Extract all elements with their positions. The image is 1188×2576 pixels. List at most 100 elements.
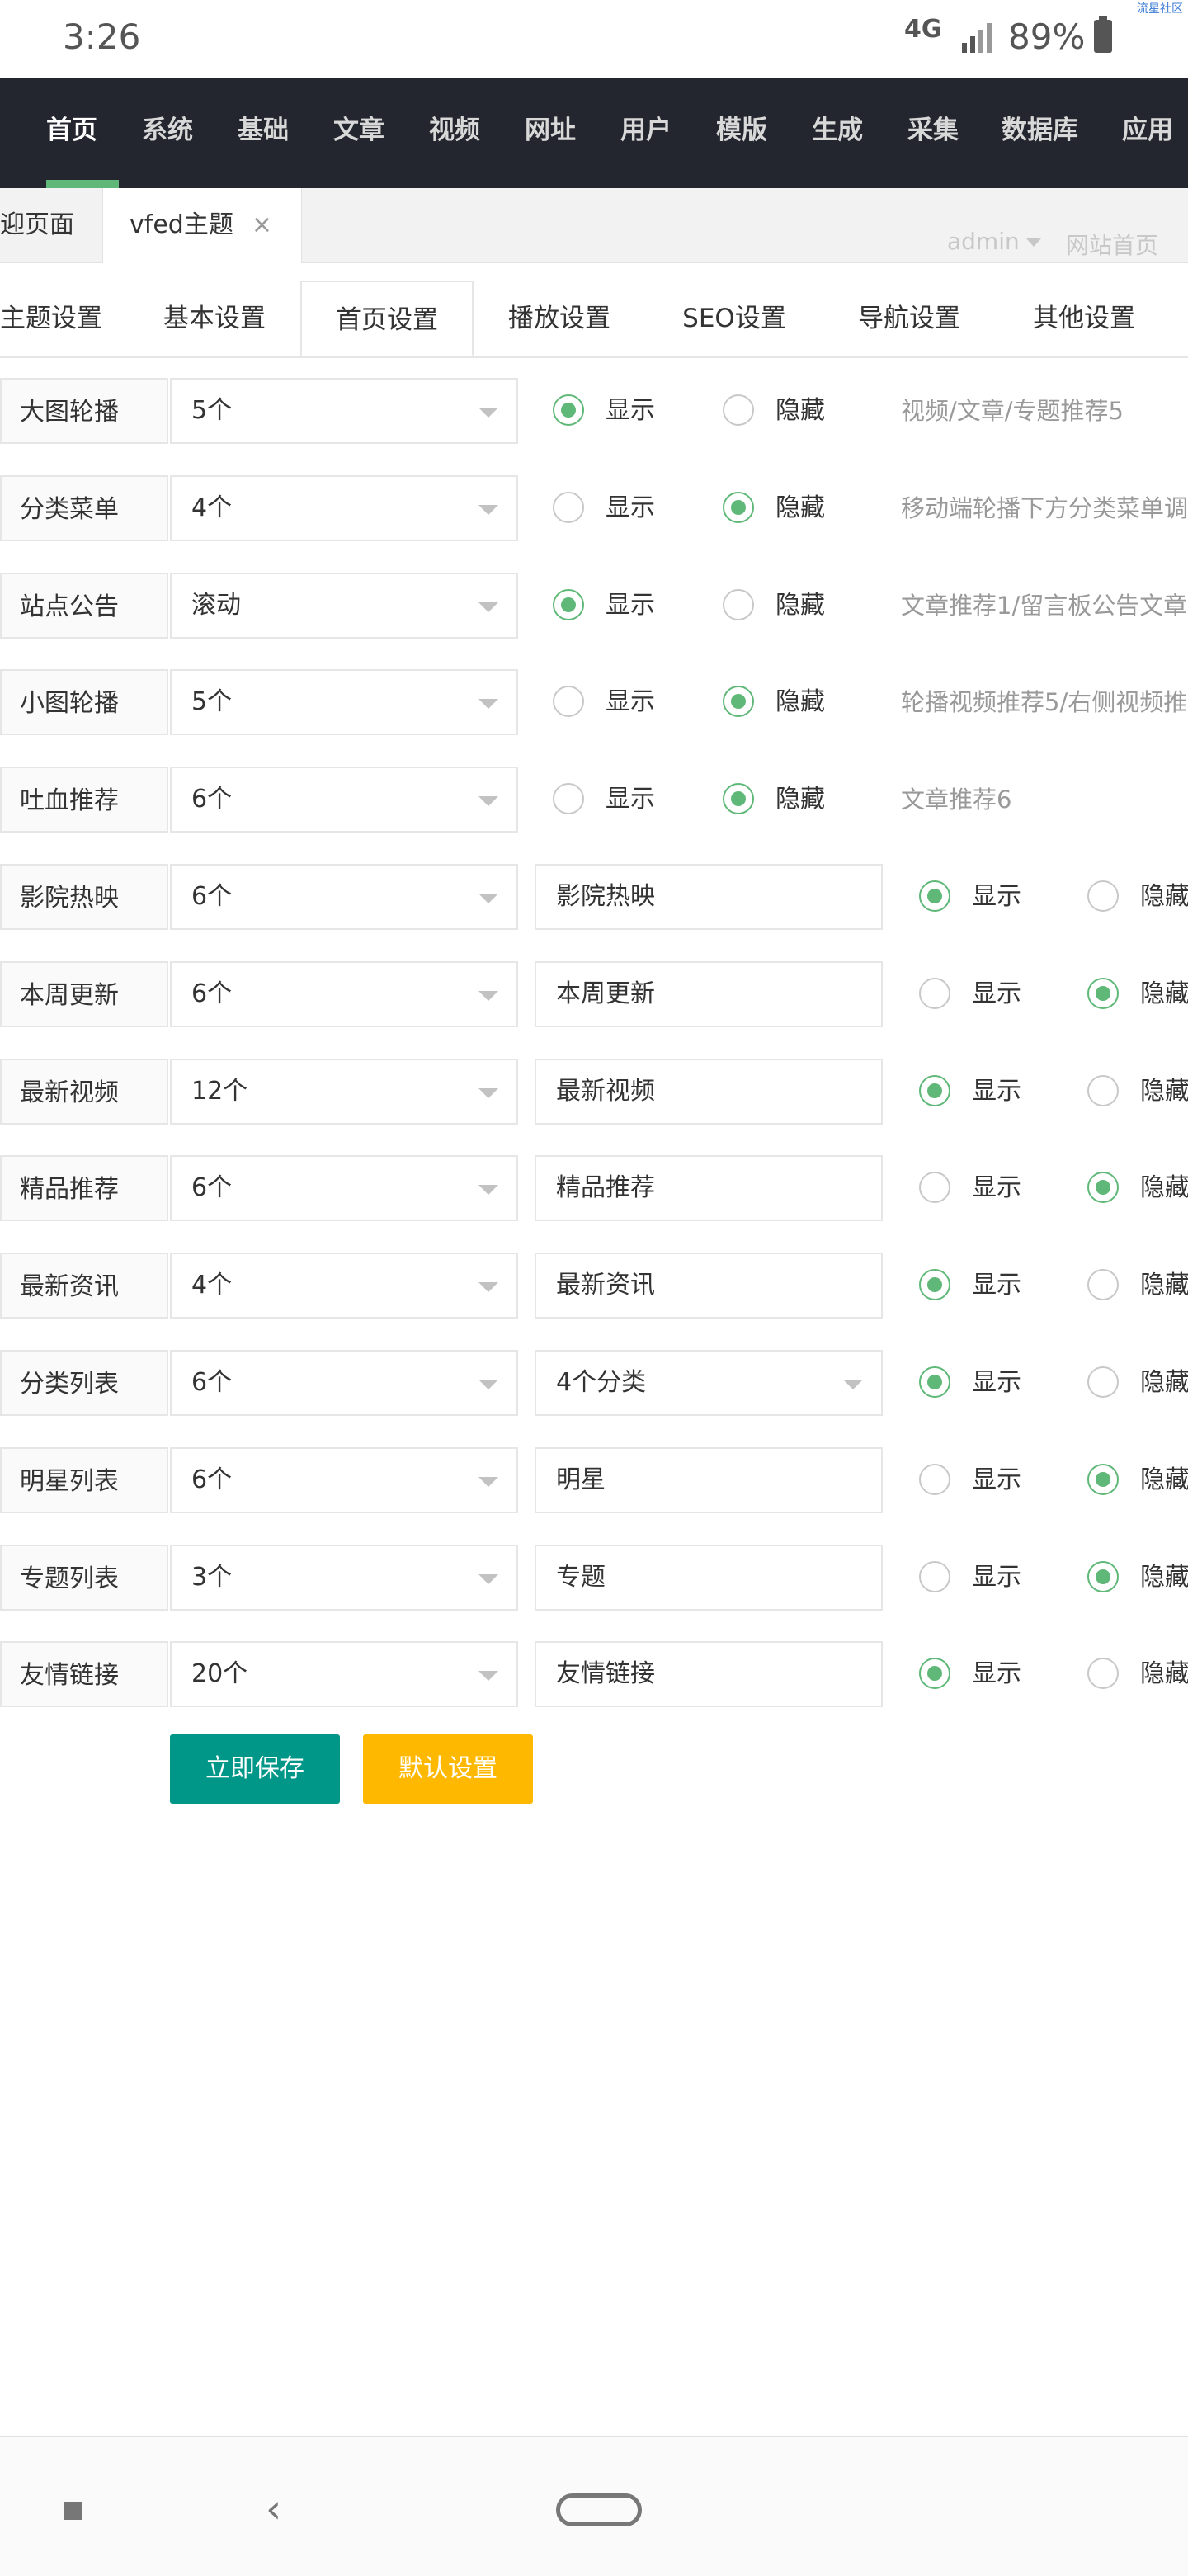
show-radio[interactable]: 显示 [919,1447,1051,1513]
nav-item-database[interactable]: 数据库 [1002,109,1078,150]
tab-home-settings[interactable]: 首页设置 [300,281,474,356]
tab-basic-settings[interactable]: 基本设置 [132,281,297,356]
title-input[interactable]: 专题 [535,1545,883,1611]
tab-other-settings[interactable]: 其他设置 [1002,281,1167,356]
hide-radio[interactable]: 隐藏 [1087,1155,1188,1221]
radio-circle-icon[interactable] [1087,880,1119,912]
show-radio[interactable]: 显示 [919,1545,1051,1611]
nav-item-url[interactable]: 网址 [525,109,576,150]
tab-theme-settings[interactable]: 主题设置 [0,281,116,356]
radio-circle-icon[interactable] [723,492,754,523]
hide-radio[interactable]: 隐藏 [723,669,855,735]
hide-radio[interactable]: 隐藏 [723,378,855,444]
tab-welcome[interactable]: 迎页面 [0,188,94,262]
show-radio[interactable]: 显示 [919,1253,1051,1319]
show-radio[interactable]: 显示 [553,475,685,541]
title-input[interactable]: 本周更新 [535,961,883,1027]
nav-item-video[interactable]: 视频 [429,109,480,150]
radio-circle-icon[interactable] [1087,1464,1119,1495]
hide-radio[interactable]: 隐藏 [1087,1059,1188,1125]
radio-circle-icon[interactable] [919,1269,950,1300]
default-settings-button[interactable]: 默认设置 [363,1734,533,1804]
count-select[interactable]: 4个 [170,475,518,541]
hide-radio[interactable]: 隐藏 [723,475,855,541]
radio-circle-icon[interactable] [919,1658,950,1689]
user-menu[interactable]: admin [947,228,1041,255]
count-select[interactable]: 6个 [170,1350,518,1416]
tab-nav-settings[interactable]: 导航设置 [827,281,992,356]
tab-play-settings[interactable]: 播放设置 [477,281,642,356]
count-select[interactable]: 20个 [170,1641,518,1707]
hide-radio[interactable]: 隐藏 [1087,1350,1188,1416]
title-input[interactable]: 明星 [535,1447,883,1513]
hide-radio[interactable]: 隐藏 [1087,961,1188,1027]
show-radio[interactable]: 显示 [919,961,1051,1027]
tab-vfed-theme[interactable]: vfed主题 × [102,188,302,263]
count-select[interactable]: 6个 [170,961,518,1027]
count-select[interactable]: 5个 [170,378,518,444]
category-select[interactable]: 4个分类 [535,1350,883,1416]
hide-radio[interactable]: 隐藏 [1087,1447,1188,1513]
count-select[interactable]: 6个 [170,864,518,930]
title-input[interactable]: 最新资讯 [535,1253,883,1319]
back-icon[interactable]: ‹ [266,2489,281,2530]
radio-circle-icon[interactable] [919,1172,950,1203]
radio-circle-icon[interactable] [919,880,950,912]
show-radio[interactable]: 显示 [919,1155,1051,1221]
hide-radio[interactable]: 隐藏 [1087,864,1188,930]
hide-radio[interactable]: 隐藏 [723,767,855,833]
title-input[interactable]: 友情链接 [535,1641,883,1707]
save-button[interactable]: 立即保存 [170,1734,340,1804]
nav-item-generate[interactable]: 生成 [812,109,863,150]
radio-circle-icon[interactable] [1087,1269,1119,1300]
radio-circle-icon[interactable] [553,394,584,426]
show-radio[interactable]: 显示 [553,378,685,444]
title-input[interactable]: 最新视频 [535,1059,883,1125]
hide-radio[interactable]: 隐藏 [1087,1545,1188,1611]
home-icon[interactable] [556,2493,642,2526]
site-home-link[interactable]: 网站首页 [1066,228,1158,261]
nav-item-basic[interactable]: 基础 [238,109,289,150]
radio-circle-icon[interactable] [1087,1075,1119,1106]
count-select[interactable]: 12个 [170,1059,518,1125]
radio-circle-icon[interactable] [919,1075,950,1106]
radio-circle-icon[interactable] [919,1464,950,1495]
radio-circle-icon[interactable] [723,783,754,814]
radio-circle-icon[interactable] [553,783,584,814]
count-select[interactable]: 6个 [170,1447,518,1513]
show-radio[interactable]: 显示 [553,573,685,639]
radio-circle-icon[interactable] [553,492,584,523]
radio-circle-icon[interactable] [553,686,584,717]
nav-item-user[interactable]: 用户 [620,109,672,150]
nav-item-system[interactable]: 系统 [142,109,193,150]
nav-item-home[interactable]: 首页 [46,109,97,150]
count-select[interactable]: 3个 [170,1545,518,1611]
show-radio[interactable]: 显示 [553,767,685,833]
count-select[interactable]: 滚动 [170,573,518,639]
radio-circle-icon[interactable] [723,589,754,620]
count-select[interactable]: 4个 [170,1253,518,1319]
radio-circle-icon[interactable] [919,1561,950,1592]
count-select[interactable]: 5个 [170,669,518,735]
show-radio[interactable]: 显示 [919,1641,1051,1707]
count-select[interactable]: 6个 [170,767,518,833]
radio-circle-icon[interactable] [1087,1658,1119,1689]
tab-seo-settings[interactable]: SEO设置 [652,281,817,356]
nav-item-template[interactable]: 模版 [716,109,767,150]
hide-radio[interactable]: 隐藏 [1087,1641,1188,1707]
show-radio[interactable]: 显示 [919,1059,1051,1125]
radio-circle-icon[interactable] [1087,1172,1119,1203]
show-radio[interactable]: 显示 [919,1350,1051,1416]
radio-circle-icon[interactable] [553,589,584,620]
hide-radio[interactable]: 隐藏 [1087,1253,1188,1319]
radio-circle-icon[interactable] [723,686,754,717]
title-input[interactable]: 影院热映 [535,864,883,930]
nav-item-article[interactable]: 文章 [333,109,384,150]
radio-circle-icon[interactable] [919,978,950,1009]
close-icon[interactable]: × [252,210,272,239]
title-input[interactable]: 精品推荐 [535,1155,883,1221]
radio-circle-icon[interactable] [1087,1366,1119,1398]
show-radio[interactable]: 显示 [553,669,685,735]
recent-apps-icon[interactable] [64,2502,82,2520]
show-radio[interactable]: 显示 [919,864,1051,930]
